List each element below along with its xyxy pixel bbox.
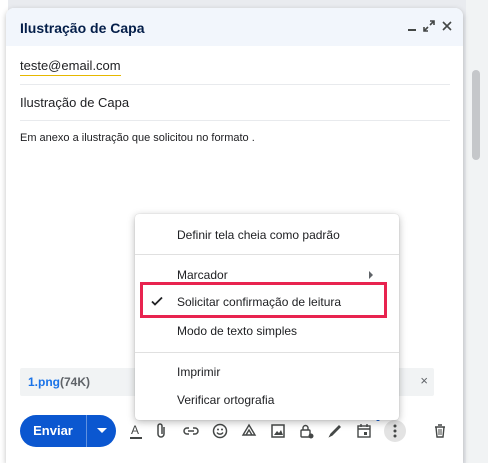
send-button[interactable]: Enviar <box>20 415 86 447</box>
remove-attachment-icon[interactable]: × <box>420 373 428 388</box>
insert-photo-icon[interactable] <box>268 421 288 441</box>
confidential-mode-icon[interactable] <box>296 421 316 441</box>
menu-item-spellcheck[interactable]: Verificar ortografia <box>135 387 399 413</box>
menu-item-label: Definir tela cheia como padrão <box>177 228 340 242</box>
attachment-name[interactable]: 1.png <box>28 375 60 389</box>
svg-text:A: A <box>131 423 139 437</box>
menu-item-label: Modo de texto simples <box>177 324 298 338</box>
subject-value: Ilustração de Capa <box>20 95 130 110</box>
menu-divider <box>135 352 399 353</box>
schedule-icon[interactable] <box>354 421 374 441</box>
chevron-right-icon <box>369 271 373 279</box>
send-options-button[interactable] <box>87 415 116 447</box>
menu-item-read-receipt[interactable]: Solicitar confirmação de leitura <box>135 289 399 315</box>
signature-icon[interactable] <box>325 421 345 441</box>
background-scrollbar-track[interactable] <box>466 0 488 463</box>
to-field[interactable]: teste@email.com <box>20 54 450 85</box>
attachment-size: (74K) <box>60 375 91 389</box>
delete-icon[interactable] <box>430 421 450 441</box>
menu-item-label: Marcador <box>177 268 228 282</box>
drive-icon[interactable] <box>239 421 259 441</box>
expand-icon[interactable] <box>421 18 437 34</box>
check-icon <box>149 293 165 309</box>
subject-field[interactable]: Ilustração de Capa <box>20 90 450 121</box>
more-options-icon[interactable] <box>384 420 406 442</box>
menu-item-label-submenu[interactable]: Marcador <box>135 262 399 288</box>
menu-item-fullscreen-default[interactable]: Definir tela cheia como padrão <box>135 222 399 248</box>
send-button-group: Enviar <box>20 415 116 447</box>
menu-item-label: Imprimir <box>177 365 221 379</box>
menu-item-print[interactable]: Imprimir <box>135 359 399 385</box>
menu-divider <box>135 254 399 255</box>
menu-item-label: Verificar ortografia <box>177 393 275 407</box>
menu-item-label: Solicitar confirmação de leitura <box>177 295 342 309</box>
minimize-icon[interactable] <box>404 18 420 34</box>
scrollbar-thumb[interactable] <box>472 70 480 160</box>
recipient-chip[interactable]: teste@email.com <box>20 58 121 76</box>
message-body[interactable]: Em anexo a ilustração que solicitou no f… <box>20 132 255 144</box>
emoji-icon[interactable] <box>210 421 230 441</box>
more-options-menu: Definir tela cheia como padrão Marcador … <box>135 214 399 420</box>
compose-title: Ilustração de Capa <box>20 20 145 36</box>
menu-item-plain-text-mode[interactable]: Modo de texto simples <box>135 318 399 344</box>
insert-link-icon[interactable] <box>181 421 201 441</box>
attach-file-icon[interactable] <box>152 421 172 441</box>
close-icon[interactable] <box>439 18 455 34</box>
compose-header[interactable]: Ilustração de Capa <box>6 8 463 46</box>
formatting-options-icon[interactable]: A <box>126 421 146 441</box>
